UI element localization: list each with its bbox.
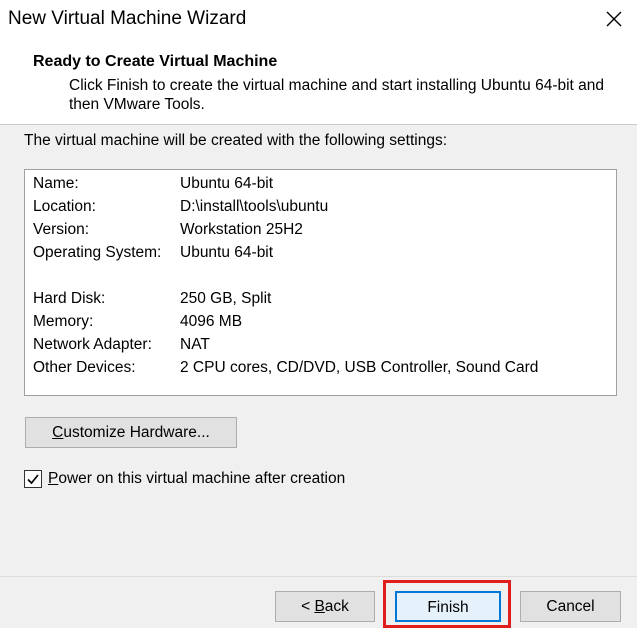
customize-hardware-button[interactable]: Customize Hardware...: [25, 417, 237, 448]
summary-value: Workstation 25H2: [180, 221, 303, 238]
summary-key: Location:: [33, 198, 96, 215]
summary-value: 4096 MB: [180, 313, 243, 330]
back-prefix: <: [301, 598, 315, 615]
summary-value: NAT: [180, 336, 210, 353]
power-on-label-text: ower on this virtual machine after creat…: [58, 470, 346, 487]
power-on-label[interactable]: Power on this virtual machine after crea…: [48, 470, 345, 488]
wizard-header: Ready to Create Virtual Machine Click Fi…: [0, 40, 637, 125]
cancel-button[interactable]: Cancel: [520, 591, 621, 622]
summary-key: Memory:: [33, 313, 94, 330]
back-label: ack: [324, 598, 349, 615]
summary-value: D:\install\tools\ubuntu: [180, 198, 329, 215]
summary-value: 2 CPU cores, CD/DVD, USB Controller, Sou…: [180, 359, 539, 376]
customize-mnemonic: C: [52, 424, 64, 441]
summary-value: Ubuntu 64-bit: [180, 175, 274, 192]
page-description: Click Finish to create the virtual machi…: [69, 77, 605, 113]
power-on-mnemonic: P: [48, 470, 59, 487]
summary-key: Name:: [33, 175, 79, 192]
title-bar: New Virtual Machine Wizard: [0, 0, 637, 40]
finish-button[interactable]: Finish: [395, 591, 501, 622]
page-title: Ready to Create Virtual Machine: [33, 53, 278, 70]
back-button[interactable]: < Back: [275, 591, 375, 622]
summary-key: Version:: [33, 221, 90, 238]
back-mnemonic: B: [314, 598, 325, 615]
footer-divider: [0, 576, 637, 577]
summary-value: 250 GB, Split: [180, 290, 272, 307]
close-icon[interactable]: [605, 10, 623, 28]
summary-value: Ubuntu 64-bit: [180, 244, 274, 261]
summary-key: Network Adapter:: [33, 336, 152, 353]
intro-text: The virtual machine will be created with…: [24, 132, 448, 149]
window-title: New Virtual Machine Wizard: [8, 8, 247, 29]
checkmark-icon: [27, 474, 39, 485]
summary-key: Operating System:: [33, 244, 162, 261]
summary-key: Other Devices:: [33, 359, 136, 376]
summary-key: Hard Disk:: [33, 290, 106, 307]
settings-summary: Name: Ubuntu 64-bit Location: D:\install…: [24, 169, 617, 396]
power-on-checkbox[interactable]: [24, 470, 42, 488]
customize-label: ustomize Hardware...: [63, 424, 210, 441]
